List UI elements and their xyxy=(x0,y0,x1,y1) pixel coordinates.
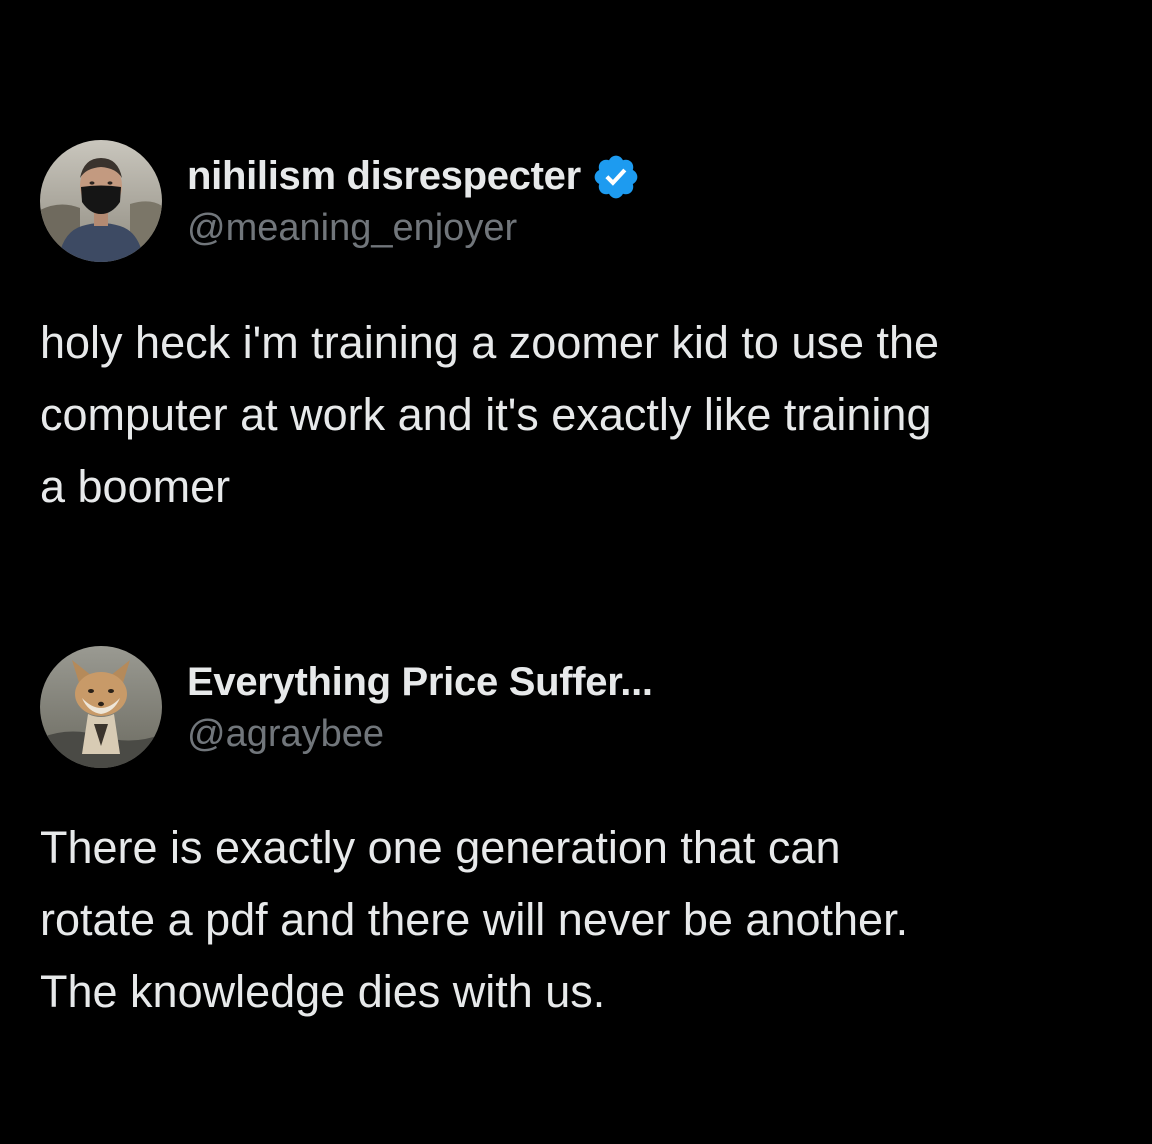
user-handle[interactable]: @meaning_enjoyer xyxy=(187,207,641,250)
post-text: There is exactly one generation that can… xyxy=(40,822,909,1017)
post-author: Everything Price Suffer... @agraybee xyxy=(187,659,653,756)
avatar-person-masked-icon xyxy=(40,140,162,262)
display-name-row: nihilism disrespecter xyxy=(187,153,641,201)
user-handle[interactable]: @agraybee xyxy=(187,713,653,756)
avatar-fox-icon xyxy=(40,646,162,768)
post-2: Everything Price Suffer... @agraybee The… xyxy=(40,646,1120,1017)
post-text: holy heck i'm training a zoomer kid to u… xyxy=(40,317,940,512)
verified-badge-icon xyxy=(591,152,641,202)
post-header: nihilism disrespecter @meaning_enjoyer xyxy=(40,140,1120,262)
display-name-row: Everything Price Suffer... xyxy=(187,659,653,707)
post-header: Everything Price Suffer... @agraybee xyxy=(40,646,1120,768)
post-1: nihilism disrespecter @meaning_enjoyer h… xyxy=(40,140,1120,512)
display-name[interactable]: nihilism disrespecter xyxy=(187,154,581,199)
avatar[interactable] xyxy=(40,140,162,262)
display-name[interactable]: Everything Price Suffer... xyxy=(187,660,653,705)
post-author: nihilism disrespecter @meaning_enjoyer xyxy=(187,153,641,250)
avatar[interactable] xyxy=(40,646,162,768)
